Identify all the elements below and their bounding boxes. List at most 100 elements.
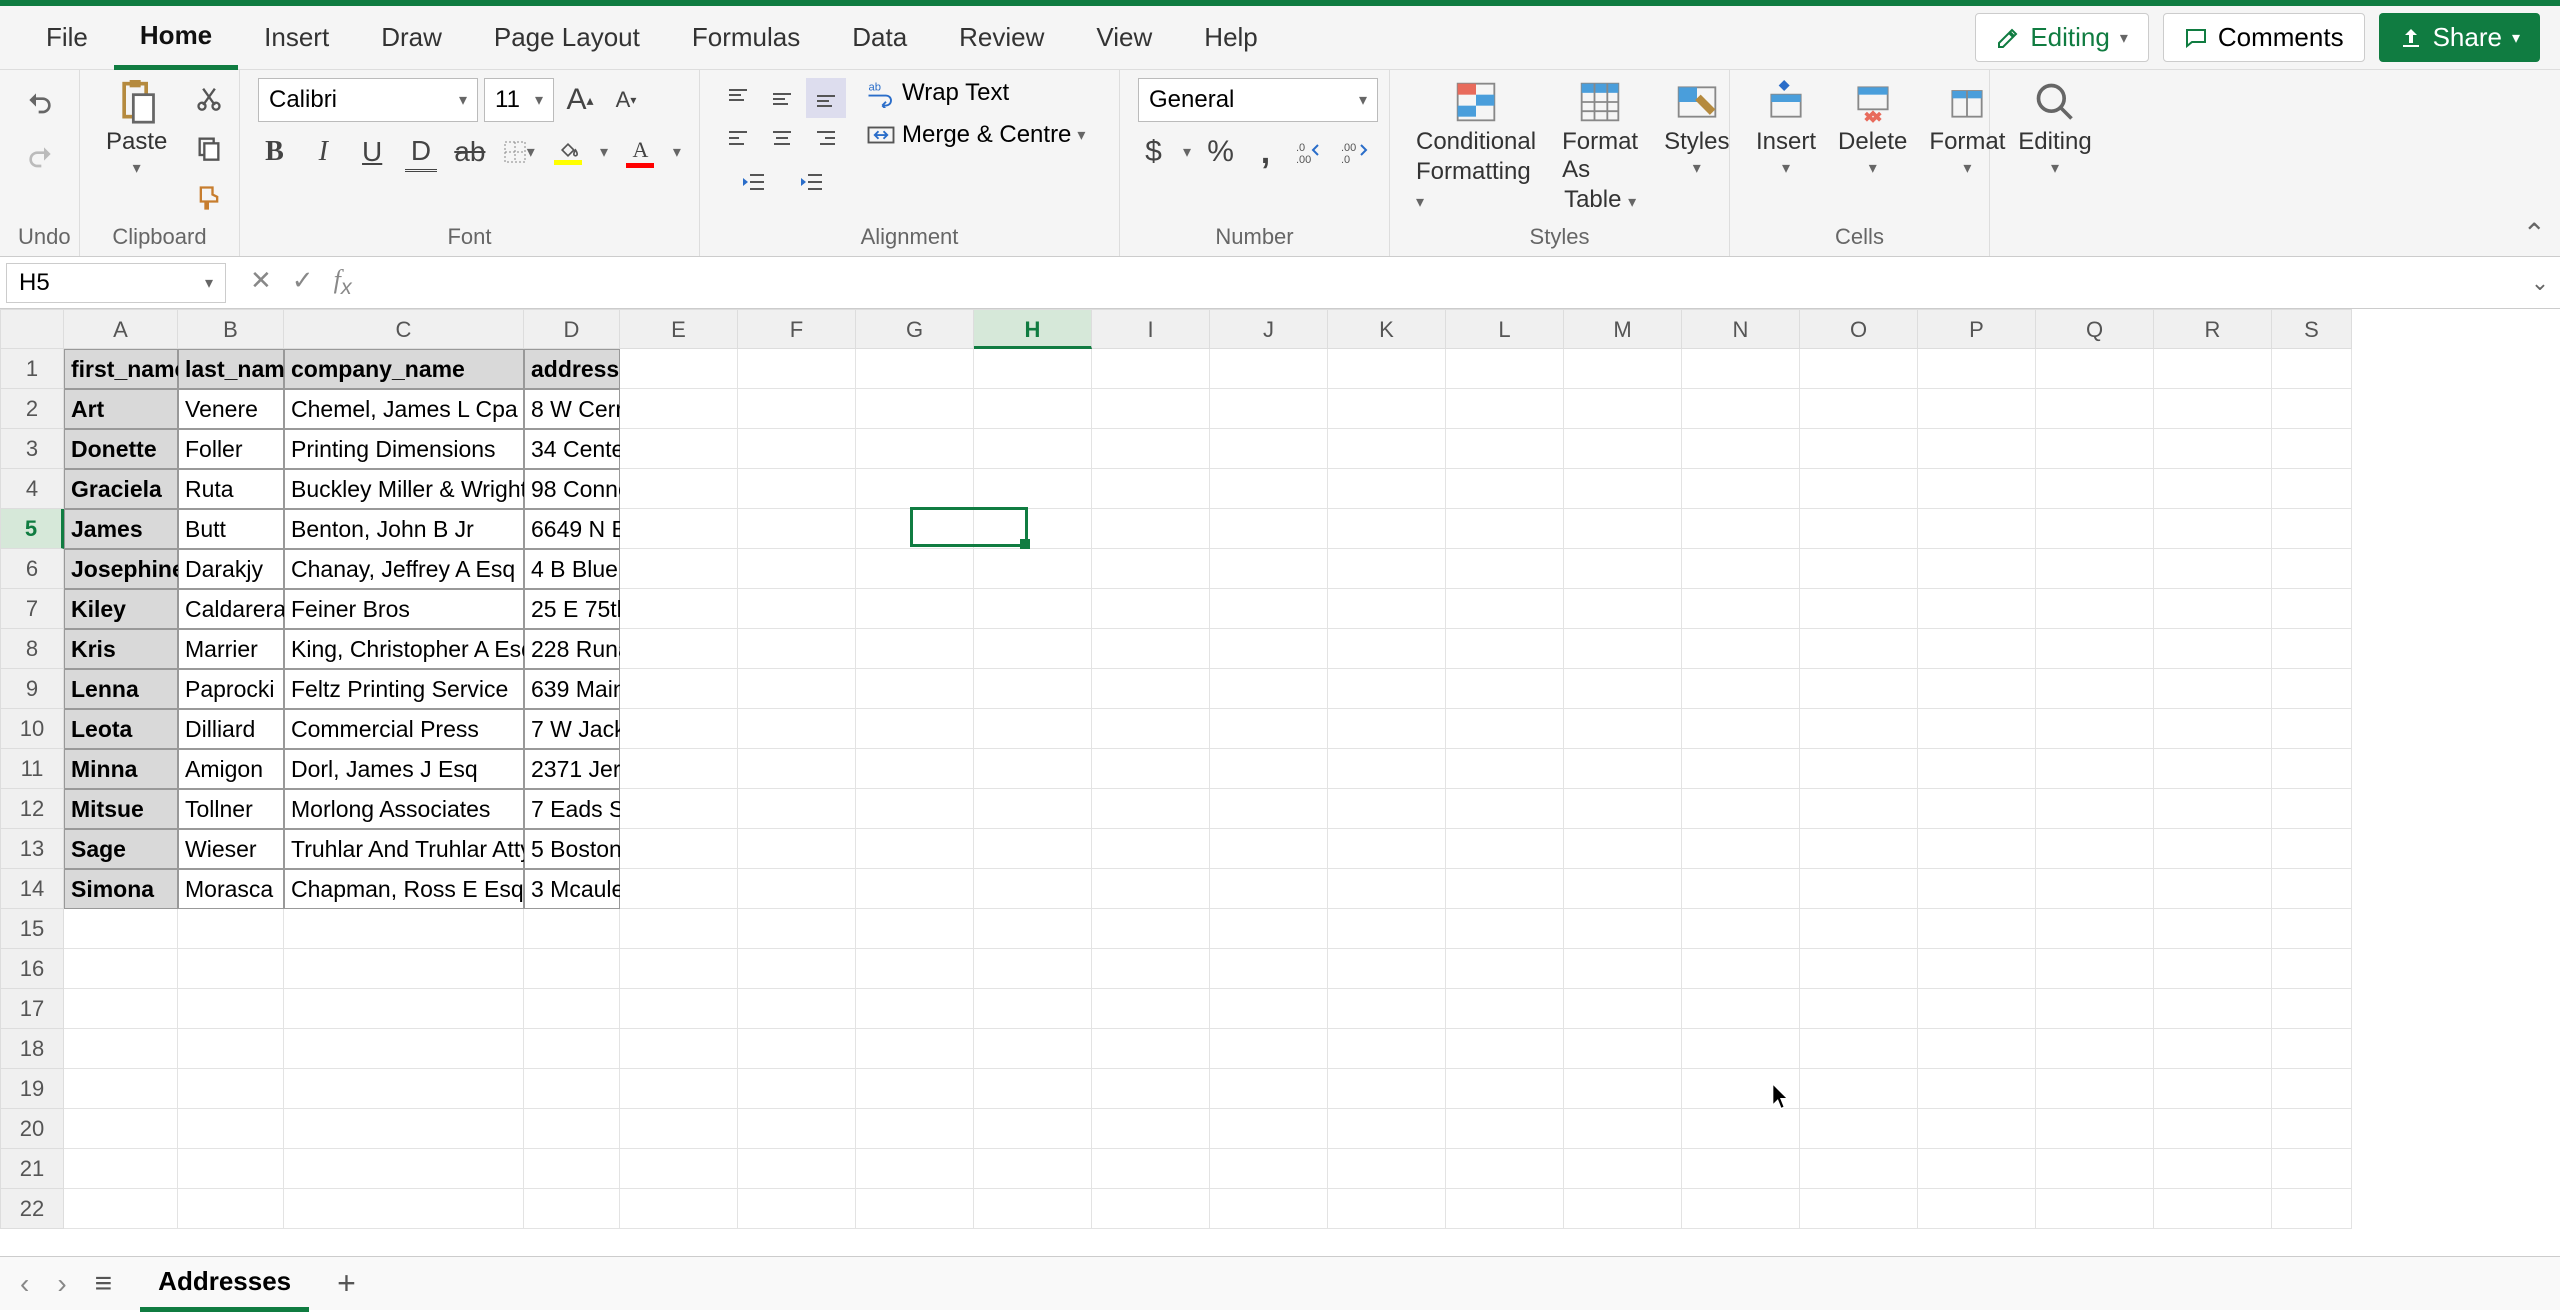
cell-B15[interactable]: [178, 909, 284, 949]
cell-S14[interactable]: [2272, 869, 2352, 909]
cell-I19[interactable]: [1092, 1069, 1210, 1109]
cell-G11[interactable]: [856, 749, 974, 789]
cell-P3[interactable]: [1918, 429, 2036, 469]
cell-N6[interactable]: [1682, 549, 1800, 589]
cell-M19[interactable]: [1564, 1069, 1682, 1109]
cell-S5[interactable]: [2272, 509, 2352, 549]
cell-A5[interactable]: James: [64, 509, 178, 549]
double-underline-button[interactable]: D: [405, 132, 438, 172]
cell-R11[interactable]: [2154, 749, 2272, 789]
cell-P5[interactable]: [1918, 509, 2036, 549]
cell-B14[interactable]: Morasca: [178, 869, 284, 909]
cell-L14[interactable]: [1446, 869, 1564, 909]
cell-F18[interactable]: [738, 1029, 856, 1069]
cell-K3[interactable]: [1328, 429, 1446, 469]
sheet-nav-prev[interactable]: ‹: [20, 1268, 29, 1300]
chevron-down-icon[interactable]: ▾: [1183, 142, 1191, 162]
cell-C2[interactable]: Chemel, James L Cpa: [284, 389, 524, 429]
cell-K21[interactable]: [1328, 1149, 1446, 1189]
cell-E12[interactable]: [620, 789, 738, 829]
cell-J5[interactable]: [1210, 509, 1328, 549]
cell-B6[interactable]: Darakjy: [178, 549, 284, 589]
cell-R12[interactable]: [2154, 789, 2272, 829]
cell-A13[interactable]: Sage: [64, 829, 178, 869]
cell-B4[interactable]: Ruta: [178, 469, 284, 509]
cell-A15[interactable]: [64, 909, 178, 949]
cell-M8[interactable]: [1564, 629, 1682, 669]
cell-L15[interactable]: [1446, 909, 1564, 949]
cell-I11[interactable]: [1092, 749, 1210, 789]
cell-E19[interactable]: [620, 1069, 738, 1109]
col-header-N[interactable]: N: [1682, 309, 1800, 349]
cell-C20[interactable]: [284, 1109, 524, 1149]
cell-Q22[interactable]: [2036, 1189, 2154, 1229]
cell-G10[interactable]: [856, 709, 974, 749]
cell-A6[interactable]: Josephine: [64, 549, 178, 589]
row-header-10[interactable]: 10: [0, 709, 64, 749]
cell-E18[interactable]: [620, 1029, 738, 1069]
name-box[interactable]: H5 ▾: [6, 263, 226, 303]
cell-O5[interactable]: [1800, 509, 1918, 549]
cell-E11[interactable]: [620, 749, 738, 789]
cell-P12[interactable]: [1918, 789, 2036, 829]
cell-I17[interactable]: [1092, 989, 1210, 1029]
paste-button[interactable]: Paste ▾: [98, 78, 175, 178]
col-header-H[interactable]: H: [974, 309, 1092, 349]
cell-D18[interactable]: [524, 1029, 620, 1069]
delete-cells-button[interactable]: Delete ▾: [1830, 78, 1915, 178]
cell-Q21[interactable]: [2036, 1149, 2154, 1189]
cell-B8[interactable]: Marrier: [178, 629, 284, 669]
col-header-Q[interactable]: Q: [2036, 309, 2154, 349]
cell-C21[interactable]: [284, 1149, 524, 1189]
cell-H13[interactable]: [974, 829, 1092, 869]
cell-K12[interactable]: [1328, 789, 1446, 829]
cell-N4[interactable]: [1682, 469, 1800, 509]
cell-Q11[interactable]: [2036, 749, 2154, 789]
cell-Q19[interactable]: [2036, 1069, 2154, 1109]
cell-J22[interactable]: [1210, 1189, 1328, 1229]
cell-J20[interactable]: [1210, 1109, 1328, 1149]
cell-R4[interactable]: [2154, 469, 2272, 509]
cell-E13[interactable]: [620, 829, 738, 869]
cell-O12[interactable]: [1800, 789, 1918, 829]
cell-S17[interactable]: [2272, 989, 2352, 1029]
cell-A8[interactable]: Kris: [64, 629, 178, 669]
cell-K18[interactable]: [1328, 1029, 1446, 1069]
cell-L16[interactable]: [1446, 949, 1564, 989]
expand-formula-bar-button[interactable]: ⌄: [2520, 270, 2560, 296]
cell-F6[interactable]: [738, 549, 856, 589]
cell-S1[interactable]: [2272, 349, 2352, 389]
cell-L1[interactable]: [1446, 349, 1564, 389]
cell-O9[interactable]: [1800, 669, 1918, 709]
cell-M12[interactable]: [1564, 789, 1682, 829]
font-name-combo[interactable]: Calibri ▾: [258, 78, 478, 122]
cell-A2[interactable]: Art: [64, 389, 178, 429]
cell-C12[interactable]: Morlong Associates: [284, 789, 524, 829]
cell-M15[interactable]: [1564, 909, 1682, 949]
font-color-button[interactable]: A: [624, 132, 657, 172]
cell-G6[interactable]: [856, 549, 974, 589]
col-header-B[interactable]: B: [178, 309, 284, 349]
col-header-P[interactable]: P: [1918, 309, 2036, 349]
cell-B21[interactable]: [178, 1149, 284, 1189]
cell-B7[interactable]: Caldarera: [178, 589, 284, 629]
cell-E1[interactable]: [620, 349, 738, 389]
cell-K19[interactable]: [1328, 1069, 1446, 1109]
cell-A10[interactable]: Leota: [64, 709, 178, 749]
cell-D15[interactable]: [524, 909, 620, 949]
cell-O6[interactable]: [1800, 549, 1918, 589]
col-header-O[interactable]: O: [1800, 309, 1918, 349]
cell-J12[interactable]: [1210, 789, 1328, 829]
cell-E17[interactable]: [620, 989, 738, 1029]
cell-Q16[interactable]: [2036, 949, 2154, 989]
cell-I15[interactable]: [1092, 909, 1210, 949]
cell-M6[interactable]: [1564, 549, 1682, 589]
cell-I12[interactable]: [1092, 789, 1210, 829]
cell-D13[interactable]: 5 Boston Ave #88Sioux Falls57105: [524, 829, 620, 869]
cell-N5[interactable]: [1682, 509, 1800, 549]
cell-A4[interactable]: Graciela: [64, 469, 178, 509]
cell-H21[interactable]: [974, 1149, 1092, 1189]
sheet-nav-next[interactable]: ›: [57, 1268, 66, 1300]
cell-Q8[interactable]: [2036, 629, 2154, 669]
cell-I18[interactable]: [1092, 1029, 1210, 1069]
